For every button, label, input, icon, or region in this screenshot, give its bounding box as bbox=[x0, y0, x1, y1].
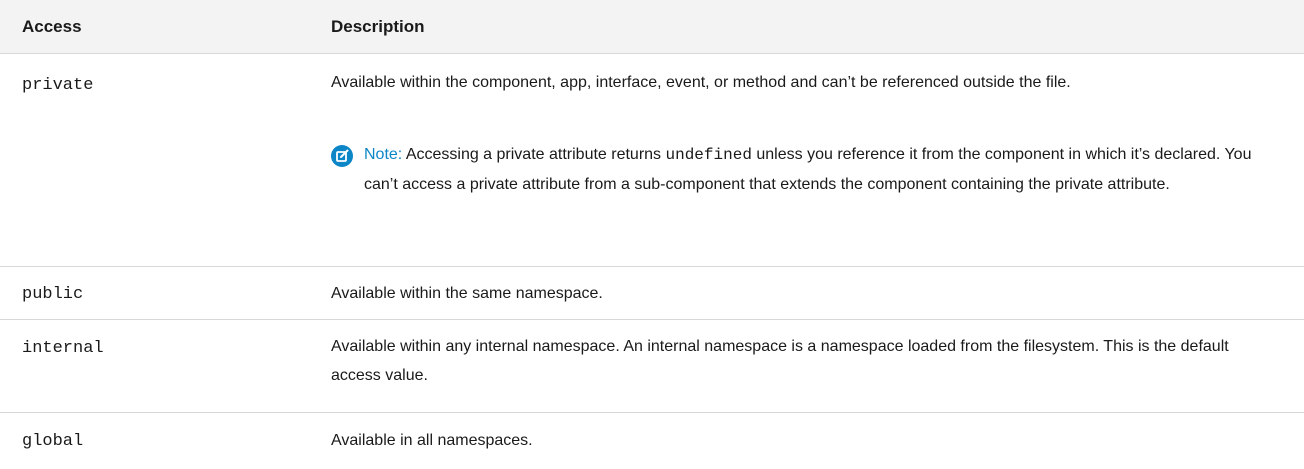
description-private: Available within the component, app, int… bbox=[331, 74, 1071, 91]
undefined-code: undefined bbox=[665, 146, 752, 164]
note-label: Note: bbox=[364, 146, 403, 163]
note-text-before: Accessing a private attribute returns bbox=[405, 146, 662, 163]
table-row-global: global Available in all namespaces. bbox=[0, 413, 1304, 469]
access-column-header: Access bbox=[22, 17, 82, 36]
description-public: Available within the same namespace. bbox=[331, 285, 603, 302]
note-edit-icon bbox=[331, 145, 353, 167]
table-row-internal: internal Available within any internal n… bbox=[0, 320, 1304, 413]
description-column-header: Description bbox=[331, 17, 425, 36]
description-global: Available in all namespaces. bbox=[331, 432, 533, 449]
access-value-private: private bbox=[22, 76, 94, 95]
access-values-table: Access Description private Available wit… bbox=[0, 0, 1304, 469]
table-header-row: Access Description bbox=[0, 0, 1304, 54]
table-row-public: public Available within the same namespa… bbox=[0, 267, 1304, 320]
access-value-public: public bbox=[22, 285, 84, 304]
access-value-internal: internal bbox=[22, 339, 104, 358]
note-content: Note: Accessing a private attribute retu… bbox=[364, 140, 1284, 199]
description-internal: Available within any internal namespace.… bbox=[331, 338, 1229, 384]
table-row-private: private Available within the component, … bbox=[0, 54, 1304, 267]
access-value-global: global bbox=[22, 432, 84, 451]
